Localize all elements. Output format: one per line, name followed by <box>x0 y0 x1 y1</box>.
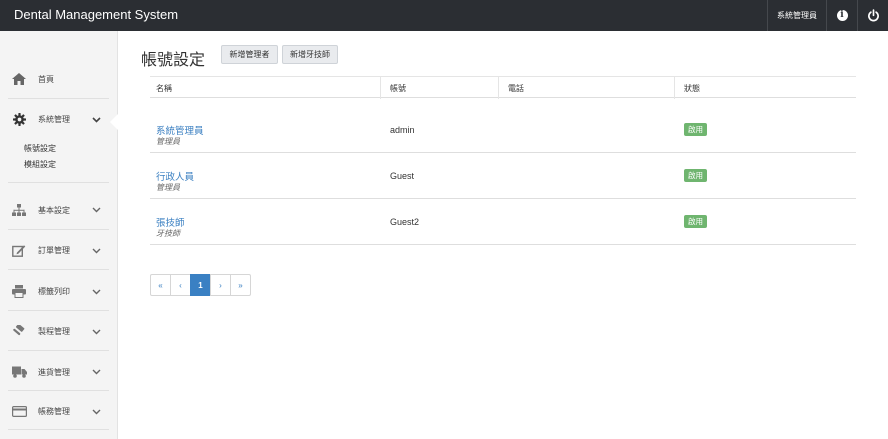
power-icon <box>867 9 879 22</box>
status-badge: 啟用 <box>684 123 707 136</box>
sidebar-item-process[interactable]: 製程管理 <box>8 325 109 338</box>
sidebar-item-basic-settings[interactable]: 基本設定 <box>8 204 109 216</box>
chevron-down-icon <box>92 289 101 294</box>
account-value: Guest2 <box>390 217 420 227</box>
sidebar-item-purchasing[interactable]: 進貨管理 <box>8 366 109 378</box>
top-right-menu: 系統管理員 i <box>767 0 888 31</box>
divider <box>8 350 109 351</box>
page-title: 帳號設定 <box>141 52 206 69</box>
prev-page-button[interactable]: ‹ <box>170 274 191 296</box>
user-role: 管理員 <box>156 183 180 192</box>
user-role: 管理員 <box>156 137 180 146</box>
sidebar: 首頁 系統管理 帳號設定 模組設定 基本設定 訂單管理 標籤列印 製程管理 進貨… <box>0 31 118 439</box>
chevron-down-icon <box>92 369 101 375</box>
next-page-button[interactable]: › <box>210 274 231 296</box>
app-title[interactable]: Dental Management System <box>14 7 178 22</box>
sidebar-item-accounting[interactable]: 帳務管理 <box>8 406 109 417</box>
top-navbar: Dental Management System 系統管理員 i <box>0 0 888 31</box>
sitemap-icon <box>8 204 30 216</box>
sidebar-item-label: 製程管理 <box>38 327 70 336</box>
sidebar-item-label: 訂單管理 <box>38 246 70 255</box>
column-header-phone[interactable]: 電話 <box>508 77 524 99</box>
user-name-link[interactable]: 系統管理員 <box>156 123 204 137</box>
last-page-button[interactable]: » <box>230 274 251 296</box>
chevron-down-icon <box>92 409 101 414</box>
gear-icon <box>8 113 30 126</box>
chevron-down-icon <box>92 207 101 213</box>
home-icon <box>8 73 30 85</box>
edit-icon <box>8 244 30 257</box>
status-badge: 啟用 <box>684 169 707 182</box>
sidebar-item-label: 帳務管理 <box>38 407 70 416</box>
sidebar-subitem-account-settings[interactable]: 帳號設定 <box>24 143 56 154</box>
sidebar-item-system[interactable]: 系統管理 <box>8 113 109 126</box>
sidebar-item-orders[interactable]: 訂單管理 <box>8 244 109 257</box>
divider <box>8 429 109 430</box>
chevron-down-icon <box>92 248 101 253</box>
column-header-account[interactable]: 帳號 <box>390 77 406 99</box>
column-separator <box>674 77 675 99</box>
sidebar-item-label-print[interactable]: 標籤列印 <box>8 285 109 298</box>
sidebar-item-label: 系統管理 <box>38 115 70 124</box>
current-user-menu[interactable]: 系統管理員 <box>767 0 826 31</box>
sidebar-item-label: 標籤列印 <box>38 287 70 296</box>
pagination: « ‹ 1 › » <box>150 274 251 296</box>
column-separator <box>498 77 499 99</box>
user-role: 牙技師 <box>156 229 180 238</box>
user-name-link[interactable]: 張技師 <box>156 215 185 229</box>
table-row: 系統管理員 管理員 admin 啟用 <box>150 107 856 153</box>
active-menu-pointer <box>110 114 118 130</box>
user-name-link[interactable]: 行政人員 <box>156 169 194 183</box>
column-header-name[interactable]: 名稱 <box>156 77 172 99</box>
logout-button[interactable] <box>857 0 888 31</box>
sidebar-item-home[interactable]: 首頁 <box>8 73 109 85</box>
sidebar-item-label: 進貨管理 <box>38 367 70 377</box>
info-icon: i <box>836 10 848 21</box>
add-admin-button[interactable]: 新增管理者 <box>221 45 278 64</box>
credit-card-icon <box>8 406 30 417</box>
sidebar-subitem-module-settings[interactable]: 模組設定 <box>24 159 56 170</box>
divider <box>8 269 109 270</box>
column-separator <box>380 77 381 99</box>
divider <box>8 310 109 311</box>
current-page-button[interactable]: 1 <box>190 274 211 296</box>
first-page-button[interactable]: « <box>150 274 171 296</box>
divider <box>8 229 109 230</box>
column-header-status[interactable]: 狀態 <box>684 77 700 99</box>
table-row: 張技師 牙技師 Guest2 啟用 <box>150 199 856 245</box>
divider <box>8 390 109 391</box>
status-badge: 啟用 <box>684 215 707 228</box>
sidebar-item-label: 首頁 <box>38 74 54 84</box>
account-value: Guest <box>390 171 415 181</box>
divider <box>8 182 109 183</box>
add-technician-button[interactable]: 新增牙技師 <box>282 45 338 64</box>
chevron-down-icon <box>92 329 101 334</box>
printer-icon <box>8 285 30 298</box>
table-header: 名稱 帳號 電話 狀態 <box>150 76 856 99</box>
info-button[interactable]: i <box>826 0 857 31</box>
account-value: admin <box>390 125 415 135</box>
gavel-icon <box>8 325 30 338</box>
divider <box>8 98 109 99</box>
truck-icon <box>8 366 30 378</box>
sidebar-item-label: 基本設定 <box>38 205 70 215</box>
table-row: 行政人員 管理員 Guest 啟用 <box>150 153 856 199</box>
chevron-down-icon <box>92 116 101 123</box>
